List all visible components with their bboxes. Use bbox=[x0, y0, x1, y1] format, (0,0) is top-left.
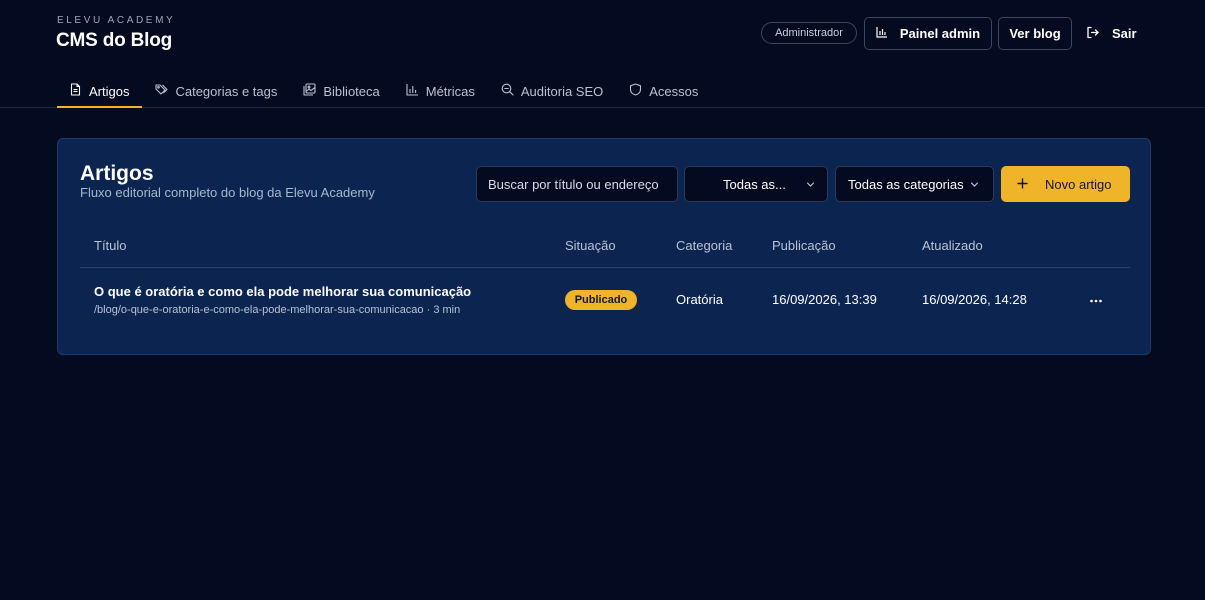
app-header: ELEVU ACADEMY CMS do Blog Administrador … bbox=[0, 0, 1205, 108]
tab-biblioteca[interactable]: Biblioteca bbox=[290, 74, 392, 108]
tab-auditoria-seo[interactable]: Auditoria SEO bbox=[488, 74, 616, 108]
article-category: Oratória bbox=[676, 292, 723, 307]
tab-label: Auditoria SEO bbox=[520, 83, 604, 99]
article-updated-date: 16/09/2026, 14:28 bbox=[922, 292, 1027, 307]
category-filter-select[interactable]: Todas as categorias bbox=[835, 166, 994, 202]
tab-categorias-tags[interactable]: Categorias e tags bbox=[142, 74, 290, 108]
chevron-down-icon bbox=[806, 180, 815, 189]
column-header-category: Categoria bbox=[676, 238, 733, 253]
article-slug: /blog/o-que-e-oratoria-e-como-ela-pode-m… bbox=[94, 304, 461, 316]
articles-panel: Artigos Fluxo editorial completo do blog… bbox=[57, 138, 1151, 355]
status-filter-value: Todas as... bbox=[723, 176, 786, 192]
tab-label: Acessos bbox=[649, 83, 699, 99]
panel-subtitle: Fluxo editorial completo do blog da Elev… bbox=[80, 185, 375, 200]
column-header-updated: Atualizado bbox=[922, 238, 983, 253]
category-filter-value: Todas as categorias bbox=[848, 176, 964, 192]
admin-panel-label: Painel admin bbox=[899, 26, 981, 41]
document-icon bbox=[69, 83, 82, 99]
brand-eyebrow: ELEVU ACADEMY bbox=[57, 15, 176, 26]
search-input[interactable] bbox=[476, 166, 678, 202]
column-header-title: Título bbox=[94, 238, 127, 253]
bar-chart-icon bbox=[406, 83, 419, 99]
role-badge: Administrador bbox=[761, 22, 857, 44]
tab-label: Biblioteca bbox=[323, 83, 380, 99]
table-divider bbox=[80, 267, 1130, 268]
chevron-down-icon bbox=[970, 180, 979, 189]
tab-label: Artigos bbox=[89, 83, 130, 99]
app-title: CMS do Blog bbox=[56, 30, 173, 51]
logout-label: Sair bbox=[1112, 26, 1137, 41]
bar-chart-icon bbox=[876, 26, 888, 41]
tags-icon bbox=[155, 83, 169, 99]
tab-label: Categorias e tags bbox=[175, 83, 278, 99]
tab-acessos[interactable]: Acessos bbox=[616, 74, 711, 108]
nav-tabs: Artigos Categorias e tags Biblioteca Mét… bbox=[57, 74, 711, 108]
plus-icon bbox=[1017, 177, 1028, 192]
article-title-link[interactable]: O que é oratória e como ela pode melhora… bbox=[94, 284, 471, 299]
images-icon bbox=[303, 83, 316, 99]
search-zoom-icon bbox=[501, 83, 514, 99]
tab-artigos[interactable]: Artigos bbox=[57, 74, 143, 108]
panel-title: Artigos bbox=[80, 162, 154, 185]
tab-metricas[interactable]: Métricas bbox=[393, 74, 488, 108]
logout-button[interactable]: Sair bbox=[1086, 17, 1148, 50]
status-filter-select[interactable]: Todas as... bbox=[684, 166, 828, 202]
admin-panel-button[interactable]: Painel admin bbox=[864, 17, 992, 50]
view-blog-button[interactable]: Ver blog bbox=[998, 17, 1072, 50]
tab-label: Métricas bbox=[425, 83, 475, 99]
column-header-published: Publicação bbox=[772, 238, 836, 253]
status-badge: Publicado bbox=[565, 290, 637, 310]
column-header-status: Situação bbox=[565, 238, 616, 253]
logout-icon bbox=[1086, 26, 1099, 42]
new-article-button[interactable]: Novo artigo bbox=[1001, 166, 1130, 202]
more-horizontal-icon bbox=[1089, 290, 1103, 308]
row-actions-menu[interactable] bbox=[1089, 292, 1103, 306]
article-published-date: 16/09/2026, 13:39 bbox=[772, 292, 877, 307]
shield-icon bbox=[629, 83, 642, 99]
new-article-label: Novo artigo bbox=[1045, 176, 1112, 192]
